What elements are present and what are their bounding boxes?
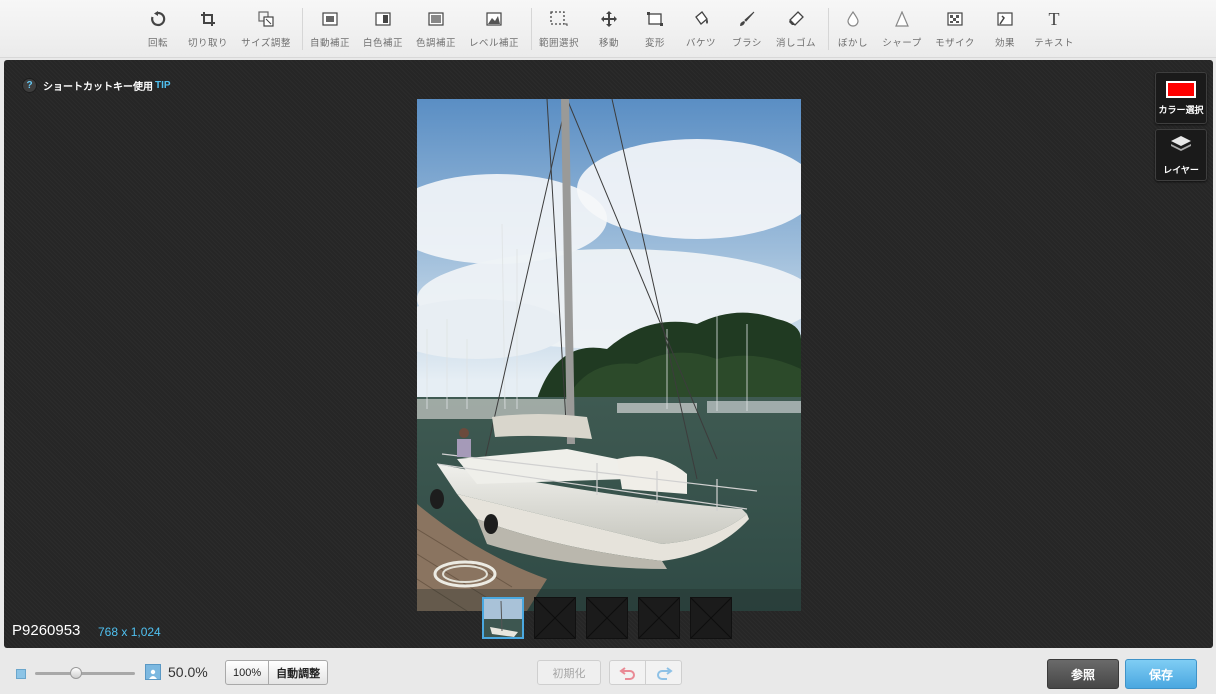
auto-correct-tool[interactable]: 自動補正 [300,8,360,52]
color-tone-icon [425,8,447,30]
resize-tool[interactable]: サイズ調整 [236,8,296,52]
auto-correct-label: 自動補正 [309,38,350,49]
toolbar: 回転 切り取り サイズ調整 自動補正 白色補正 色調補正 レベル補正 範囲選択 … [0,0,1216,58]
color-select-button[interactable]: カラー選択 [1155,72,1207,124]
effect-icon [994,8,1016,30]
eraser-tool[interactable]: 消しゴム [766,8,826,52]
resize-icon [255,8,277,30]
transform-label: 変形 [644,38,665,49]
zoom-100-button[interactable]: 100% [226,661,268,684]
crop-tool[interactable]: 切り取り [178,8,238,52]
thumbnail-empty[interactable] [586,597,628,639]
undo-redo-group [609,660,682,685]
eraser-icon [785,8,807,30]
thumbnail-empty[interactable] [638,597,680,639]
text-label: テキスト [1034,38,1074,49]
rotate-label: 回転 [147,38,168,49]
browse-button[interactable]: 参照 [1047,659,1119,689]
auto-fit-button[interactable]: 自動調整 [268,661,327,684]
zoom-slider-handle[interactable] [70,667,82,679]
color-swatch [1166,80,1196,98]
color-select-label: カラー選択 [1158,104,1204,115]
reset-button[interactable]: 初期化 [537,660,601,685]
image-dimensions: 768 x 1,024 [98,625,161,639]
brush-label: ブラシ [732,38,762,49]
rotate-icon [147,8,169,30]
resize-label: サイズ調整 [241,38,291,49]
eraser-label: 消しゴム [775,38,816,49]
save-button[interactable]: 保存 [1125,659,1197,689]
level-label: レベル補正 [468,38,519,49]
select-label: 範囲選択 [538,38,579,49]
white-balance-icon [372,8,394,30]
layer-button[interactable]: レイヤー [1155,129,1207,181]
help-icon: ? [22,78,37,93]
effect-label: 効果 [994,38,1015,49]
transform-icon [644,8,666,30]
thumbnail-active[interactable] [482,597,524,639]
mosaic-icon [944,8,966,30]
crop-label: 切り取り [187,38,228,49]
layers-icon [1170,135,1192,158]
level-tool[interactable]: レベル補正 [464,8,524,52]
white-balance-tool[interactable]: 白色補正 [353,8,413,52]
blur-drop-icon [842,8,864,30]
shortcut-tip[interactable]: ? ショートカットキー使用 TIP [22,78,171,93]
thumbnail-empty[interactable] [690,597,732,639]
editor-canvas[interactable]: ? ショートカットキー使用 TIP カラー選択 レイヤー P9260953 76… [4,60,1213,648]
sharpen-label: シャープ [882,38,922,49]
text-tool[interactable]: T テキスト [1024,8,1084,52]
zoom-button-group: 100% 自動調整 [225,660,329,685]
undo-icon [618,666,635,680]
redo-button[interactable] [645,661,681,684]
thumbnail-empty[interactable] [534,597,576,639]
level-icon [483,8,505,30]
mosaic-label: モザイク [935,38,975,49]
crop-icon [197,8,219,30]
shortcut-tip-link[interactable]: TIP [155,80,171,91]
thumbnail-strip [482,597,742,639]
zoom-level: 50.0% [168,664,208,680]
zoom-out-icon[interactable] [16,669,26,679]
white-balance-label: 白色補正 [362,38,403,49]
undo-button[interactable] [610,661,645,684]
text-icon: T [1048,8,1060,29]
bucket-label: バケツ [685,38,716,49]
brush-icon [736,8,758,30]
file-name: P9260953 [12,622,81,639]
layer-label: レイヤー [1163,164,1199,175]
move-label: 移動 [598,38,619,49]
move-icon [598,8,620,30]
sharpen-tool[interactable]: シャープ [872,8,932,52]
bucket-icon [690,8,712,30]
marquee-select-icon [548,8,570,30]
sharpen-icon [891,8,913,30]
color-tone-label: 色調補正 [415,38,456,49]
color-tone-tool[interactable]: 色調補正 [406,8,466,52]
photo-image[interactable] [417,99,801,611]
zoom-slider[interactable] [35,667,135,679]
shortcut-tip-text: ショートカットキー使用 [43,82,153,93]
blur-label: ぼかし [837,38,868,49]
redo-icon [656,666,673,680]
auto-correct-icon [319,8,341,30]
zoom-in-icon[interactable] [145,664,161,680]
